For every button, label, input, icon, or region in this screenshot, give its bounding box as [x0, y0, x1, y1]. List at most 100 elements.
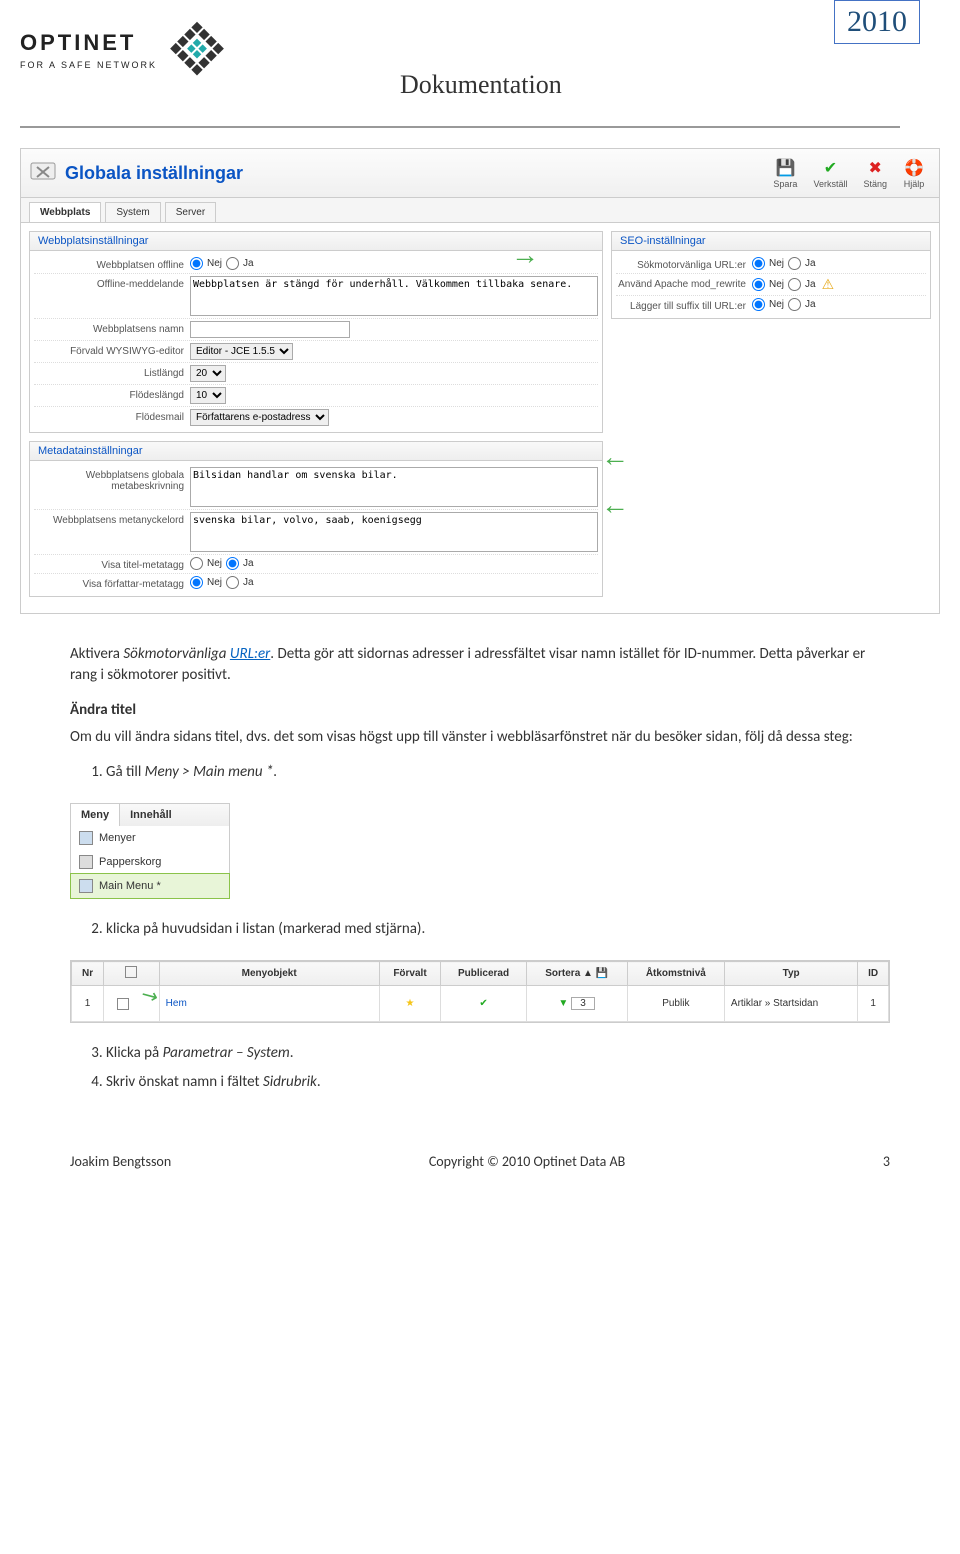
radio-rewrite-yes[interactable] — [788, 278, 801, 291]
help-icon: 🛟 — [903, 157, 925, 179]
arrow-icon: ← — [601, 441, 629, 473]
menu-item-papperskorg[interactable]: Papperskorg — [71, 850, 229, 874]
menuitem-link[interactable]: Hem — [166, 998, 187, 1009]
save-order-icon[interactable]: 💾 — [596, 968, 608, 979]
paragraph: Aktivera Sökmotorvänliga URL:er. Detta g… — [70, 644, 890, 686]
url-link[interactable]: URL:er — [230, 645, 270, 663]
menu-tab-meny[interactable]: Meny — [71, 804, 120, 826]
label-listlen: Listlängd — [34, 365, 184, 379]
menu-screenshot: Meny Innehåll Menyer Papperskorg Main Me… — [70, 803, 230, 899]
sitename-input[interactable] — [190, 321, 350, 338]
feedmail-select[interactable]: Författarens e-postadress — [190, 409, 329, 426]
heading-andra-titel: Ändra titel — [70, 700, 890, 721]
document-footer: Joakim Bengtsson Copyright © 2010 Optine… — [0, 1113, 960, 1190]
label-editor: Förvald WYSIWYG-editor — [34, 343, 184, 357]
label-metadesc: Webbplatsens globala metabeskrivning — [34, 467, 184, 492]
col-published[interactable]: Publicerad — [441, 962, 526, 986]
panel-header: Metadatainställningar — [30, 442, 602, 461]
feedlen-select[interactable]: 10 — [190, 387, 226, 404]
table-header-row: Nr Menyobjekt Förvalt Publicerad Sortera… — [72, 962, 889, 986]
col-access[interactable]: Åtkomstnivå — [627, 962, 724, 986]
menu-icon — [79, 831, 93, 845]
admin-screenshot: Globala inställningar 💾Spara ✔Verkställ … — [20, 148, 940, 614]
radio-offline-yes[interactable] — [226, 257, 239, 270]
document-title: Dokumentation — [400, 70, 562, 100]
col-nr[interactable]: Nr — [72, 962, 104, 986]
body-text: klicka på huvudsidan i listan (markerad … — [70, 919, 890, 940]
logo-icon — [167, 20, 227, 80]
paragraph: Om du vill ändra sidans titel, dvs. det … — [70, 727, 890, 748]
label-showtitle: Visa titel-metatagg — [34, 557, 184, 571]
close-icon: ✖ — [864, 157, 886, 179]
close-button[interactable]: ✖Stäng — [857, 155, 893, 191]
radio-offline-no[interactable] — [190, 257, 203, 270]
seo-panel: SEO-inställningar Sökmotorvänliga URL:er… — [611, 231, 931, 319]
admin-title: Globala inställningar — [29, 157, 243, 190]
body-text: Aktivera Sökmotorvänliga URL:er. Detta g… — [70, 644, 890, 783]
cell-type: Artiklar » Startsidan — [724, 986, 857, 1022]
label-feedlen: Flödeslängd — [34, 387, 184, 401]
sort-input[interactable]: 3 — [571, 997, 595, 1010]
list-item: Gå till Meny > Main menu *. — [106, 762, 890, 783]
list-item: Klicka på Parametrar – System. — [106, 1043, 890, 1064]
header-separator — [20, 126, 900, 128]
arrow-icon: → — [511, 239, 539, 271]
tab-system[interactable]: System — [105, 202, 160, 222]
check-icon: ✔ — [819, 157, 841, 179]
radio-suffix-yes[interactable] — [788, 298, 801, 311]
orderdown-icon[interactable]: ▼ — [558, 998, 568, 1009]
cell-access[interactable]: Publik — [627, 986, 724, 1022]
radio-showauthor-no[interactable] — [190, 576, 203, 589]
logo-text: OPTINET — [20, 30, 157, 56]
label-offline: Webbplatsen offline — [34, 257, 184, 271]
label-feedmail: Flödesmail — [34, 409, 184, 423]
year-badge: 2010 — [834, 0, 920, 44]
radio-showauthor-yes[interactable] — [226, 576, 239, 589]
apply-button[interactable]: ✔Verkställ — [807, 155, 853, 191]
offline-message-textarea[interactable]: Webbplatsen är stängd för underhåll. Väl… — [190, 276, 598, 316]
warning-icon: ⚠ — [822, 276, 835, 293]
radio-showtitle-no[interactable] — [190, 557, 203, 570]
label-showauthor: Visa författar-metatagg — [34, 576, 184, 590]
table-screenshot: Nr Menyobjekt Förvalt Publicerad Sortera… — [70, 960, 890, 1023]
col-id[interactable]: ID — [858, 962, 889, 986]
tab-site[interactable]: Webbplats — [29, 202, 101, 222]
list-item: Skriv önskat namn i fältet Sidrubrik. — [106, 1072, 890, 1093]
cell-id: 1 — [858, 986, 889, 1022]
menu-item-menyer[interactable]: Menyer — [71, 826, 229, 850]
footer-pagenum: 3 — [883, 1153, 890, 1170]
row-checkbox[interactable] — [117, 998, 129, 1010]
radio-rewrite-no[interactable] — [752, 278, 765, 291]
list-item: klicka på huvudsidan i listan (markerad … — [106, 919, 890, 940]
col-menuitem[interactable]: Menyobjekt — [159, 962, 379, 986]
metadesc-textarea[interactable]: Bilsidan handlar om svenska bilar. — [190, 467, 598, 507]
save-button[interactable]: 💾Spara — [767, 155, 803, 191]
listlen-select[interactable]: 20 — [190, 365, 226, 382]
editor-select[interactable]: Editor - JCE 1.5.5 — [190, 343, 293, 360]
footer-copyright: Copyright © 2010 Optinet Data AB — [429, 1153, 625, 1170]
radio-suffix-no[interactable] — [752, 298, 765, 311]
col-type[interactable]: Typ — [724, 962, 857, 986]
radio-sef-yes[interactable] — [788, 257, 801, 270]
metakeys-textarea[interactable]: svenska bilar, volvo, saab, koenigsegg — [190, 512, 598, 552]
col-sort[interactable]: Sortera ▲ 💾 — [526, 962, 627, 986]
radio-showtitle-yes[interactable] — [226, 557, 239, 570]
save-icon: 💾 — [774, 157, 796, 179]
menu-item-mainmenu[interactable]: Main Menu * — [70, 873, 230, 899]
radio-sef-no[interactable] — [752, 257, 765, 270]
checkbox-all[interactable] — [125, 966, 137, 978]
toolbar: 💾Spara ✔Verkställ ✖Stäng 🛟Hjälp — [767, 155, 931, 191]
default-star-icon: ★ — [406, 998, 415, 1009]
menu-icon — [79, 879, 93, 893]
menu-tab-innehall[interactable]: Innehåll — [120, 804, 182, 826]
tab-server[interactable]: Server — [165, 202, 216, 222]
panel-header: SEO-inställningar — [612, 232, 930, 251]
settings-icon — [29, 157, 57, 190]
published-icon[interactable]: ✔ — [479, 998, 487, 1009]
label-rewrite: Använd Apache mod_rewrite — [616, 276, 746, 290]
help-button[interactable]: 🛟Hjälp — [897, 155, 931, 191]
label-offline-msg: Offline-meddelande — [34, 276, 184, 290]
label-sitename: Webbplatsens namn — [34, 321, 184, 335]
col-default[interactable]: Förvalt — [379, 962, 441, 986]
logo-tagline: FOR A SAFE NETWORK — [20, 60, 157, 70]
